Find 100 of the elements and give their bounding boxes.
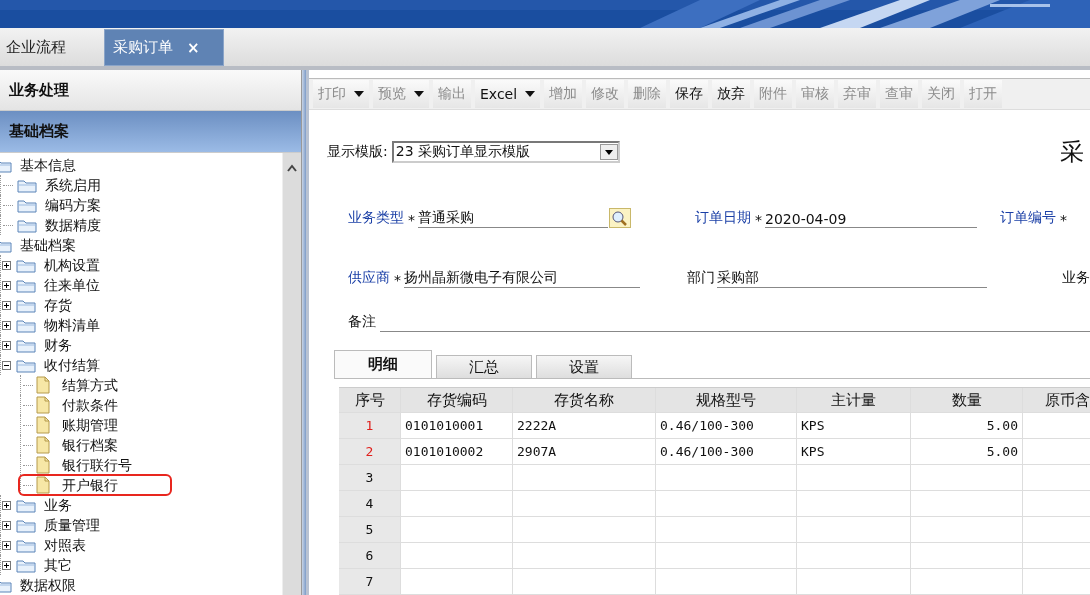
row-number: 1 (339, 413, 401, 438)
scrollbar[interactable] (282, 153, 301, 595)
tree-item[interactable]: 开户银行 (20, 476, 170, 494)
required-mark: * (408, 212, 415, 228)
field-label: 部门 (686, 269, 715, 287)
column-header[interactable]: 数量 (911, 388, 1023, 412)
toolbar-button[interactable]: 放弃 (712, 80, 751, 108)
collapse-icon[interactable] (2, 360, 11, 370)
template-label: 显示模版: (327, 143, 388, 161)
folder-icon (16, 297, 36, 313)
expand-icon[interactable] (2, 520, 11, 530)
document-icon (35, 376, 51, 394)
field-label: 订单日期 (695, 209, 751, 227)
tab[interactable]: 采购订单 × (104, 29, 224, 66)
field-label: 备注 (348, 313, 376, 331)
column-header[interactable]: 序号 (339, 388, 401, 412)
tree-item[interactable]: 银行档案 (60, 436, 120, 454)
field-label: 订单编号 (1000, 209, 1056, 227)
toolbar-button[interactable]: Excel (475, 80, 541, 108)
expand-icon[interactable] (2, 500, 11, 510)
row-number: 4 (339, 491, 401, 516)
tree-item[interactable]: 编码方案 (43, 196, 103, 214)
expand-icon[interactable] (2, 320, 11, 330)
row-number: 2 (339, 439, 401, 464)
column-header[interactable]: 存货名称 (513, 388, 656, 412)
table-cell: 5.00 (911, 413, 1023, 438)
caret-icon (525, 91, 536, 97)
tree-item[interactable]: 往来单位 (42, 276, 102, 294)
folder-icon (17, 197, 37, 213)
folder-icon (16, 277, 36, 293)
document-icon (35, 416, 51, 434)
template-dropdown[interactable]: 23 采购订单显示模版 (391, 141, 620, 163)
input-field[interactable]: 普通采购 (418, 207, 608, 228)
tree-item[interactable]: 银行联行号 (60, 456, 134, 474)
input-field[interactable]: 2020-04-09 (765, 207, 977, 228)
tree-item[interactable]: 基础档案 (18, 236, 78, 254)
row-number: 6 (339, 543, 401, 568)
document-icon (35, 396, 51, 414)
tree-item[interactable]: 业务 (42, 496, 74, 514)
table-cell: 0.46/100-300 (656, 439, 797, 464)
table-cell: 0.46/100-300 (656, 413, 797, 438)
folder-icon (17, 177, 37, 193)
required-mark: * (755, 212, 762, 228)
folder-icon (16, 337, 36, 353)
tree-item[interactable]: 物料清单 (42, 316, 102, 334)
expand-icon[interactable] (2, 300, 11, 310)
column-header[interactable]: 原币含 (1023, 388, 1090, 412)
folder-icon (16, 357, 36, 373)
tree-item[interactable]: 对照表 (42, 536, 88, 554)
document-icon (35, 456, 51, 474)
tree-item[interactable]: 账期管理 (60, 416, 120, 434)
caret-icon (414, 91, 424, 97)
table-cell: 0101010001 (401, 413, 513, 438)
tab[interactable]: 企业流程 (0, 29, 80, 66)
table-cell: 2222A (513, 413, 656, 438)
column-header[interactable]: 主计量 (797, 388, 911, 412)
sidebar-section[interactable]: 基础档案 (0, 111, 301, 153)
tab[interactable]: 明细 (334, 350, 432, 378)
expand-icon[interactable] (2, 340, 11, 350)
expand-icon[interactable] (2, 280, 11, 290)
tree-item[interactable]: 系统启用 (43, 176, 103, 194)
folder-icon (16, 257, 36, 273)
tree-item[interactable]: 其它 (42, 556, 74, 574)
table-cell: 5.00 (911, 439, 1023, 464)
tab[interactable]: 汇总 (436, 355, 532, 378)
toolbar-button[interactable]: 保存 (670, 80, 709, 108)
folder-icon (16, 517, 36, 533)
expand-icon[interactable] (2, 540, 11, 550)
tree-item[interactable]: 存货 (42, 296, 74, 314)
close-button[interactable]: × (187, 38, 200, 57)
tree-item[interactable]: 基本信息 (18, 156, 78, 174)
input-field[interactable]: 扬州晶新微电子有限公司 (404, 267, 640, 288)
field-label: 业务类型 (348, 209, 404, 227)
document-icon (35, 436, 51, 454)
table-cell: KPS (797, 439, 911, 464)
field-label: 供应商 (348, 269, 390, 287)
row-number: 7 (339, 569, 401, 594)
tree-item[interactable]: 收付结算 (42, 356, 102, 374)
tree-item[interactable]: 机构设置 (42, 256, 102, 274)
column-header[interactable]: 存货编码 (401, 388, 513, 412)
input-field[interactable]: 采购部 (716, 267, 987, 288)
tab[interactable]: 设置 (536, 355, 632, 378)
tree-item[interactable]: 付款条件 (60, 396, 120, 414)
tree-item[interactable]: 结算方式 (60, 376, 120, 394)
expand-icon[interactable] (2, 260, 11, 270)
search-icon[interactable] (609, 208, 631, 228)
tree-item[interactable]: 财务 (42, 336, 74, 354)
tree-item[interactable]: 质量管理 (42, 516, 102, 534)
required-mark: * (1060, 212, 1067, 228)
caret-icon (354, 91, 364, 97)
sidebar-section[interactable]: 业务处理 (0, 70, 301, 111)
tree-item[interactable]: 数据精度 (43, 216, 103, 234)
folder-icon (16, 557, 36, 573)
field-label: 业务 (1062, 269, 1090, 287)
folder-icon (16, 537, 36, 553)
tree-item[interactable]: 数据权限 (18, 576, 78, 594)
folder-icon (17, 217, 37, 233)
column-header[interactable]: 规格型号 (656, 388, 797, 412)
folder-icon (16, 497, 36, 513)
expand-icon[interactable] (2, 560, 11, 570)
